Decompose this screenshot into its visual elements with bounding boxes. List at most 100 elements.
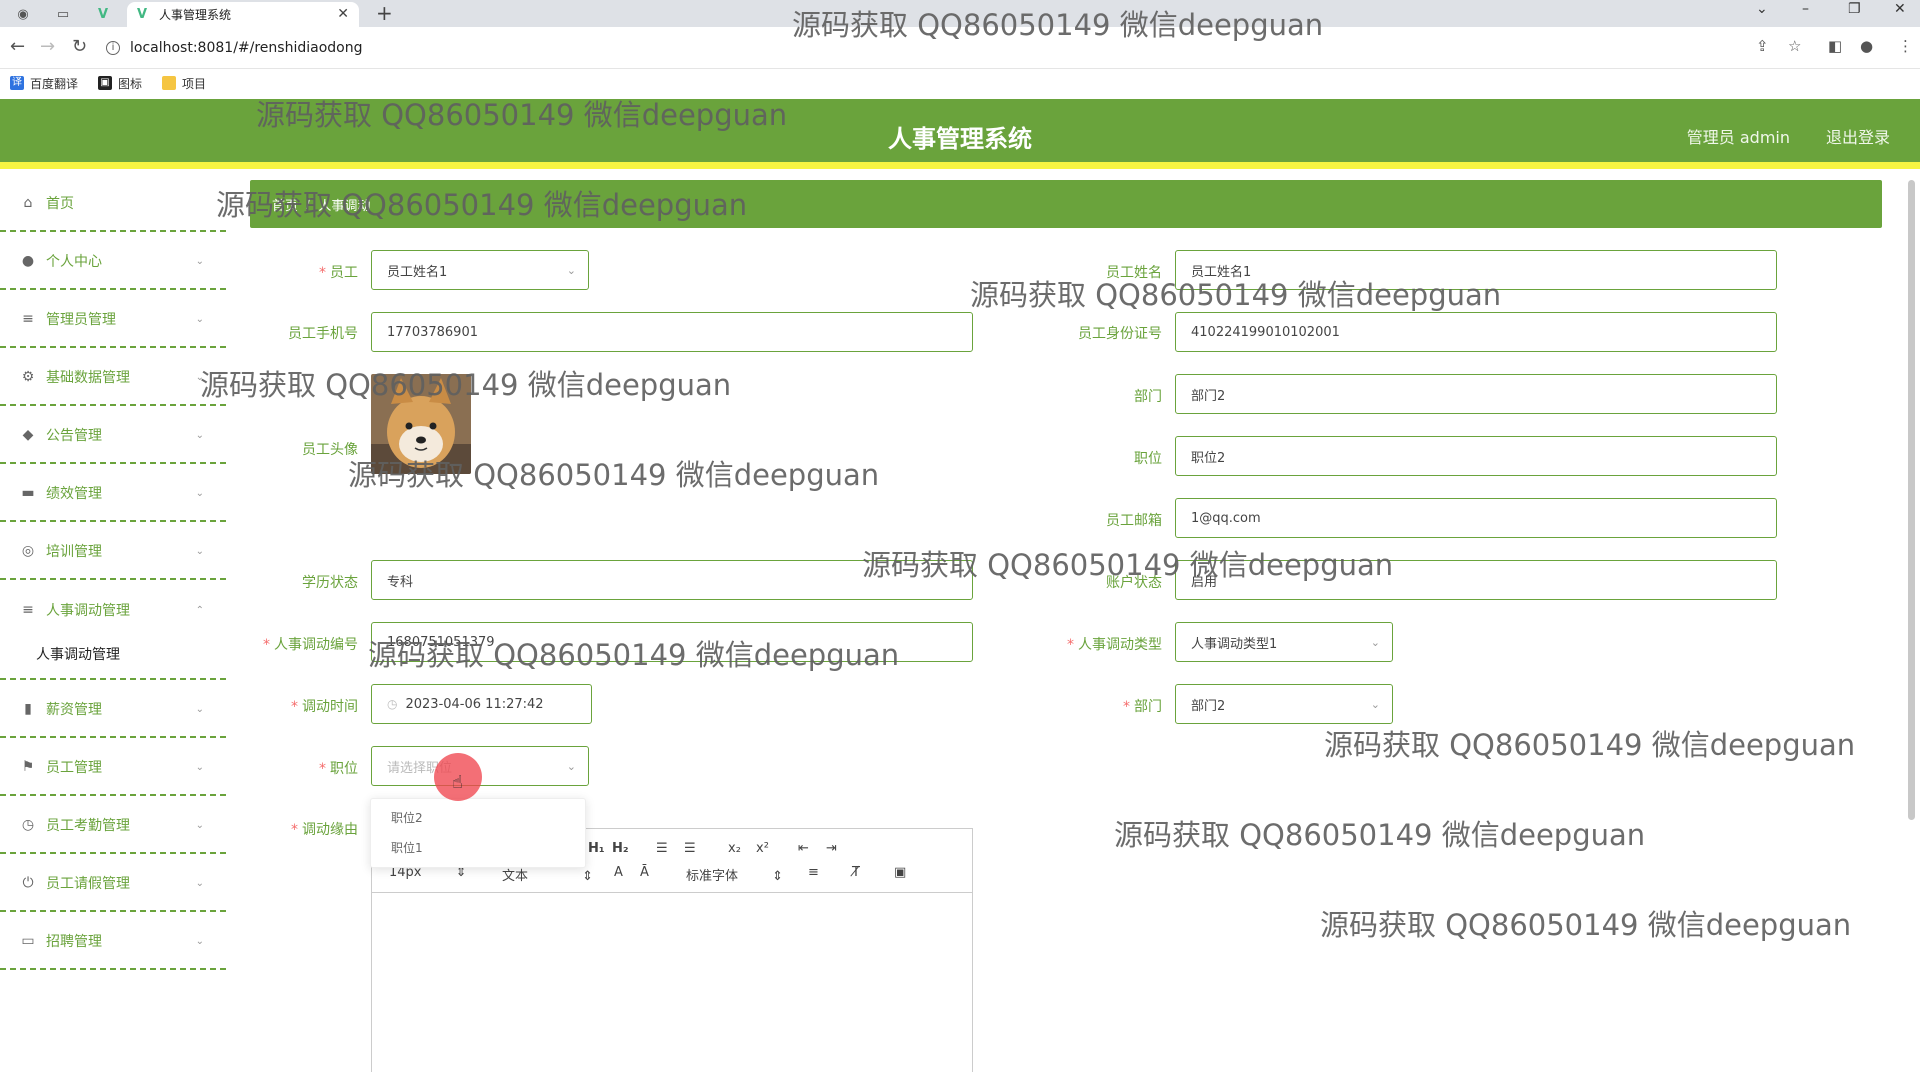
pin-icon: ◆ xyxy=(22,427,34,443)
minimize-icon[interactable]: – xyxy=(1802,1,1809,17)
sidepanel-icon[interactable]: ◧ xyxy=(1828,37,1842,55)
position-field[interactable]: 职位2 xyxy=(1175,436,1777,476)
url-field[interactable]: i localhost:8081/#/renshidiaodong xyxy=(106,33,1786,63)
bookmark-item[interactable]: ▣ 图标 xyxy=(98,75,142,92)
address-bar: ← → ↻ i localhost:8081/#/renshidiaodong … xyxy=(0,27,1920,69)
avatar-label: 员工头像 xyxy=(302,442,358,458)
reason-label: * 调动缘由 xyxy=(291,822,358,838)
bullet-list-icon[interactable]: ☰ xyxy=(684,841,696,856)
breadcrumb-current: 人事调动 xyxy=(318,198,371,214)
avatar[interactable] xyxy=(371,374,471,474)
info-icon[interactable]: i xyxy=(106,41,120,55)
close-tab-icon[interactable]: ✕ xyxy=(337,6,349,22)
tab-active[interactable]: V 人事管理系统 ✕ xyxy=(127,2,359,27)
sidebar-item-attendance[interactable]: ◷ 员工考勤管理 ⌄ xyxy=(0,798,226,854)
bookmark-item[interactable]: 项目 xyxy=(162,75,206,92)
employee-select[interactable]: 员工姓名1 ⌄ xyxy=(371,250,589,290)
back-icon[interactable]: ← xyxy=(10,36,25,57)
reload-icon[interactable]: ↻ xyxy=(72,36,87,57)
transfer-no-field[interactable]: 1680751051379 xyxy=(371,622,973,662)
transfer-no-label: * 人事调动编号 xyxy=(263,637,358,653)
superscript-icon[interactable]: x² xyxy=(756,841,769,856)
h2-icon[interactable]: H₂ xyxy=(612,841,629,856)
sidebar-item-basic-data[interactable]: ⚙ 基础数据管理 ⌄ xyxy=(0,350,226,406)
phone-label: 员工手机号 xyxy=(288,326,358,342)
sidebar-item-performance[interactable]: ▬ 绩效管理 ⌄ xyxy=(0,466,226,522)
profile-icon[interactable]: ● xyxy=(1860,37,1873,55)
tab-list-icon[interactable]: ⌄ xyxy=(1756,1,1768,17)
flag-icon: ⚑ xyxy=(21,759,35,775)
browser-tab-bar: ◉ ▭ V V 人事管理系统 ✕ + ⌄ – ❐ ✕ xyxy=(0,0,1920,27)
chat-icon: ▬ xyxy=(21,485,35,501)
bookmark-star-icon[interactable]: ☆ xyxy=(1788,37,1801,55)
employee-name-field[interactable]: 员工姓名1 xyxy=(1175,250,1777,290)
sidebar-item-salary[interactable]: ▮ 薪资管理 ⌄ xyxy=(0,682,226,738)
tab-blank-icon[interactable]: ▭ xyxy=(52,4,74,24)
education-label: 学历状态 xyxy=(302,575,358,591)
sidebar-item-notice[interactable]: ◆ 公告管理 ⌄ xyxy=(0,408,226,464)
current-user: 管理员 admin xyxy=(1686,128,1790,147)
watermark: 源码获取 QQ86050149 微信deepguan xyxy=(1320,908,1852,942)
url-text: localhost:8081/#/renshidiaodong xyxy=(130,40,363,56)
phone-field[interactable]: 17703786901 xyxy=(371,312,973,352)
breadcrumb-home[interactable]: 首页 xyxy=(272,195,298,214)
font-family-select[interactable]: 标准字体 ⇕ xyxy=(686,865,783,884)
forward-icon[interactable]: → xyxy=(40,36,55,57)
app-header: 人事管理系统 管理员 admin 退出登录 xyxy=(0,99,1920,169)
new-tab-button[interactable]: + xyxy=(376,1,393,25)
transfer-type-select[interactable]: 人事调动类型1 ⌄ xyxy=(1175,622,1393,662)
sidebar-subitem-transfer[interactable]: 人事调动管理 xyxy=(0,630,226,680)
sidebar-item-admin[interactable]: ≡ 管理员管理 ⌄ xyxy=(0,292,226,348)
chevron-down-icon: ⌄ xyxy=(1370,697,1380,711)
chevron-down-icon: ⌄ xyxy=(195,429,204,441)
new-department-label: * 部门 xyxy=(1123,699,1162,715)
dropdown-option[interactable]: 职位1 xyxy=(391,839,423,856)
window-close-icon[interactable]: ✕ xyxy=(1894,1,1906,17)
subscript-icon[interactable]: x₂ xyxy=(728,841,741,856)
share-icon[interactable]: ⇪ xyxy=(1756,37,1769,55)
department-field[interactable]: 部门2 xyxy=(1175,374,1777,414)
employee-name-label: 员工姓名 xyxy=(1106,265,1162,281)
breadcrumb: 首页 / 人事调动 xyxy=(250,180,1882,228)
chevron-down-icon: ⌄ xyxy=(195,545,204,557)
email-field[interactable]: 1@qq.com xyxy=(1175,498,1777,538)
account-status-field[interactable]: 启用 xyxy=(1175,560,1777,600)
menu-icon: ≡ xyxy=(22,602,34,618)
indent-increase-icon[interactable]: ⇥ xyxy=(826,841,837,856)
dropdown-option[interactable]: 职位2 xyxy=(391,809,423,826)
transfer-time-picker[interactable]: ◷ 2023-04-06 11:27:42 xyxy=(371,684,592,724)
card-icon: ▭ xyxy=(21,933,35,949)
h1-icon[interactable]: H₁ xyxy=(588,841,605,856)
indent-decrease-icon[interactable]: ⇤ xyxy=(798,841,809,856)
clear-format-icon[interactable]: T̸ xyxy=(852,865,860,880)
translate-icon: 译 xyxy=(10,76,24,90)
folder-icon xyxy=(162,76,177,90)
sidebar-item-employee[interactable]: ⚑ 员工管理 ⌄ xyxy=(0,740,226,796)
power-icon: ⏻ xyxy=(22,875,34,891)
ordered-list-icon[interactable]: ☰ xyxy=(656,841,668,856)
chevron-down-icon: ⌄ xyxy=(195,819,204,831)
bookmarks-bar: 译百度翻译 ▣ 图标 项目 xyxy=(0,69,1920,97)
sidebar-item-recruit[interactable]: ▭ 招聘管理 ⌄ xyxy=(0,914,226,970)
more-menu-icon[interactable]: ⋮ xyxy=(1898,37,1913,55)
bookmark-item[interactable]: 译百度翻译 xyxy=(10,75,78,92)
github-icon[interactable]: ◉ xyxy=(12,4,34,24)
background-color-icon[interactable]: Ā xyxy=(640,865,649,880)
id-card-field[interactable]: 410224199010102001 xyxy=(1175,312,1777,352)
logout-button[interactable]: 退出登录 xyxy=(1826,124,1890,148)
sidebar-item-home[interactable]: ⌂ 首页 xyxy=(0,176,226,232)
font-color-icon[interactable]: A xyxy=(614,865,623,880)
id-card-label: 员工身份证号 xyxy=(1078,326,1162,342)
scrollbar[interactable] xyxy=(1908,180,1915,820)
position-label: 职位 xyxy=(1134,451,1162,467)
education-field[interactable]: 专科 xyxy=(371,560,973,600)
sidebar-item-profile[interactable]: ● 个人中心 ⌄ xyxy=(0,234,226,290)
align-icon[interactable]: ≡ xyxy=(808,865,819,880)
image-icon: ▣ xyxy=(98,76,113,90)
vue-icon[interactable]: V xyxy=(92,4,114,24)
image-insert-icon[interactable]: ▣ xyxy=(894,865,906,880)
sidebar-item-training[interactable]: ◎ 培训管理 ⌄ xyxy=(0,524,226,580)
sidebar-item-leave[interactable]: ⏻ 员工请假管理 ⌄ xyxy=(0,856,226,912)
new-department-select[interactable]: 部门2 ⌄ xyxy=(1175,684,1393,724)
restore-icon[interactable]: ❐ xyxy=(1848,1,1861,17)
